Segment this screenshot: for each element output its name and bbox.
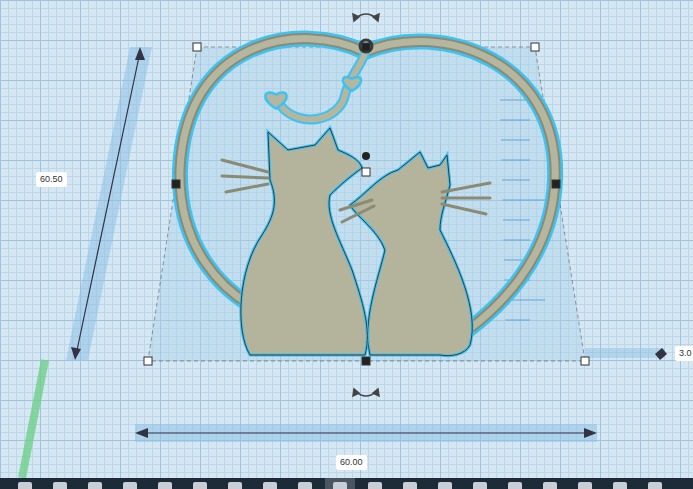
- app-icon: [403, 482, 417, 489]
- height-dimension-label[interactable]: 60.50: [36, 172, 67, 187]
- taskbar-button[interactable]: [430, 478, 460, 489]
- right-cat[interactable]: [350, 152, 472, 356]
- rotate-arrow-icon[interactable]: [353, 14, 379, 21]
- taskbar-button[interactable]: [500, 478, 530, 489]
- height-dimension-band: [66, 47, 152, 360]
- width-dimension-label[interactable]: 60.00: [336, 455, 367, 470]
- app-icon: [543, 482, 557, 489]
- width-arrow-icon: [135, 428, 597, 438]
- resize-handle[interactable]: [193, 43, 201, 51]
- resize-handle[interactable]: [531, 43, 539, 51]
- ribbon: [280, 40, 372, 119]
- taskbar-button[interactable]: [45, 478, 75, 489]
- taskbar-button[interactable]: [150, 478, 180, 489]
- selection-box[interactable]: [148, 47, 585, 361]
- workplane[interactable]: 60.50 60.00 3.0: [0, 0, 693, 478]
- app-icon: [368, 482, 382, 489]
- taskbar-button[interactable]: [115, 478, 145, 489]
- resize-handle[interactable]: [362, 357, 370, 365]
- small-heart-icon: [265, 92, 286, 108]
- rotate-arrow-icon[interactable]: [353, 389, 379, 396]
- app-icon: [228, 482, 242, 489]
- app-icon: [158, 482, 172, 489]
- cone-handle-icon[interactable]: [362, 152, 370, 160]
- heart-frame[interactable]: [180, 39, 555, 330]
- taskbar-button[interactable]: [325, 478, 355, 489]
- taskbar-button[interactable]: [290, 478, 320, 489]
- taskbar-button[interactable]: [185, 478, 215, 489]
- app-icon: [508, 482, 522, 489]
- app-icon: [193, 482, 207, 489]
- width-dimension-band: [135, 424, 597, 442]
- y-axis-line: [22, 360, 45, 478]
- height-handle[interactable]: [362, 168, 370, 176]
- app-icon: [18, 482, 32, 489]
- app-icon: [263, 482, 277, 489]
- taskbar-button[interactable]: [535, 478, 565, 489]
- taskbar-button[interactable]: [640, 478, 670, 489]
- app-icon: [438, 482, 452, 489]
- small-heart-icon: [343, 77, 361, 91]
- resize-handle[interactable]: [552, 180, 560, 188]
- taskbar-button[interactable]: [360, 478, 390, 489]
- taskbar: [0, 478, 693, 489]
- resize-handle[interactable]: [144, 357, 152, 365]
- app-icon: [298, 482, 312, 489]
- app-icon: [123, 482, 137, 489]
- taskbar-button[interactable]: [80, 478, 110, 489]
- resize-handle[interactable]: [362, 43, 370, 51]
- taskbar-button[interactable]: [605, 478, 635, 489]
- taskbar-button[interactable]: [570, 478, 600, 489]
- resize-handle[interactable]: [581, 357, 589, 365]
- model-view[interactable]: [0, 0, 693, 478]
- taskbar-button[interactable]: [255, 478, 285, 489]
- app-icon: [333, 482, 347, 489]
- resize-handle[interactable]: [172, 180, 180, 188]
- taskbar-button[interactable]: [395, 478, 425, 489]
- app-icon: [88, 482, 102, 489]
- left-cat[interactable]: [241, 128, 368, 355]
- app-icon: [613, 482, 627, 489]
- whiskers: [222, 160, 490, 222]
- taskbar-button[interactable]: [220, 478, 250, 489]
- depth-dimension-label[interactable]: 3.0: [675, 346, 693, 361]
- depth-dimension-band: [585, 348, 665, 358]
- app-icon: [648, 482, 662, 489]
- taskbar-button[interactable]: [465, 478, 495, 489]
- height-arrow-icon: [71, 47, 145, 360]
- taskbar-button[interactable]: [10, 478, 40, 489]
- app-icon: [578, 482, 592, 489]
- app-icon: [53, 482, 67, 489]
- tinkercad-window: 60.50 60.00 3.0: [0, 0, 693, 489]
- depth-arrow-icon: [655, 348, 667, 360]
- app-icon: [473, 482, 487, 489]
